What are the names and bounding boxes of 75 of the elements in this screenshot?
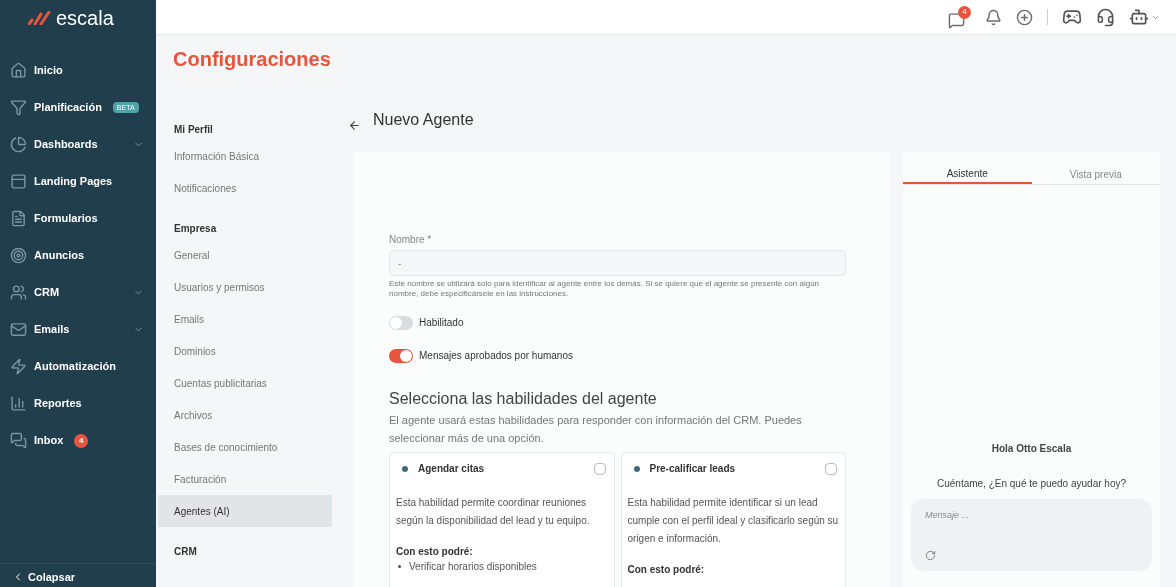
toggle-switch[interactable] <box>389 348 413 363</box>
help-text: Este nombre se utilizará solo para identificar al agente entre los demás. Si se quiere que el agente se presente con algún nombre, debe especificársele en las instrucciones. <box>389 279 821 299</box>
settings-nav-item[interactable]: Cuentas publicitarias <box>158 367 332 399</box>
settings-nav-item[interactable]: Usuarios y permisos <box>158 271 332 303</box>
skill-title: Agendar citas <box>418 462 485 476</box>
lightning-icon <box>10 358 27 375</box>
sidebar-item[interactable]: Inicio <box>0 52 156 89</box>
skill-description: Esta habilidad permite identificar si un lead cumple con el perfil ideal y clasificarlo según su origen e información. <box>627 496 839 546</box>
checkbox[interactable] <box>825 462 837 475</box>
sidebar-item[interactable]: Emails <box>0 311 156 348</box>
sidebar-item[interactable]: CRM <box>0 274 156 311</box>
settings-nav-item[interactable]: Facturación <box>158 463 332 495</box>
message-input[interactable]: Mensaje ... <box>925 509 1138 523</box>
page-heading: Nuevo Agente <box>373 110 474 130</box>
filter-icon <box>10 99 27 116</box>
field-label: Nombre * <box>389 233 433 247</box>
list-title: Con esto podré: <box>396 545 474 559</box>
skill-icon <box>402 465 408 472</box>
collapse-button[interactable]: Colapsar <box>12 568 76 585</box>
section-title: CRM <box>173 545 198 559</box>
sidebar-item[interactable]: Reportes <box>0 385 156 422</box>
message-box[interactable]: Mensaje ... <box>911 499 1152 571</box>
section-title: Mi Perfil <box>173 123 214 137</box>
count-badge: 4 <box>958 5 971 19</box>
list-item: Verificar horarios disponibles <box>409 560 537 574</box>
home-icon <box>10 62 27 79</box>
settings-nav-item[interactable]: Dominios <box>158 335 332 367</box>
form-icon <box>10 210 27 227</box>
messages-button[interactable]: 4 <box>948 5 971 29</box>
sidebar-item[interactable]: Inbox 4 <box>0 422 156 459</box>
sidebar-item[interactable]: Anuncios <box>0 237 156 274</box>
refresh-icon[interactable] <box>925 550 936 561</box>
skill-icon <box>633 465 640 472</box>
back-arrow-icon[interactable] <box>348 119 361 132</box>
prompt-text: Cuéntame, ¿En qué te puedo ayudar hoy? <box>937 477 1126 491</box>
list-title: Con esto podré: <box>627 563 706 577</box>
section-heading: Selecciona las habilidades del agente <box>389 389 658 409</box>
toggle-switch[interactable] <box>389 315 413 330</box>
headset-icon[interactable] <box>1096 7 1115 27</box>
target-icon <box>10 247 27 264</box>
tab[interactable]: Asistente <box>903 164 1032 184</box>
add-icon[interactable] <box>1016 8 1033 26</box>
settings-nav-item[interactable]: Información Básica <box>158 140 332 172</box>
section-title: Empresa <box>173 222 218 236</box>
logo-icon <box>28 10 52 25</box>
count-badge: 4 <box>74 433 89 448</box>
settings-nav-item[interactable]: Archivos <box>158 399 332 431</box>
section-description: El agente usará estas habilidades para responder con información del CRM. Puedes seleccionar más de una opción. <box>389 413 803 446</box>
tab[interactable]: Vista previa <box>1031 164 1160 184</box>
users-icon <box>10 284 27 301</box>
chat-bubbles-icon <box>10 432 27 449</box>
page-icon <box>10 173 27 190</box>
sidebar-item[interactable]: Automatización <box>0 348 156 385</box>
skill-title: Pre-calificar leads <box>649 462 736 476</box>
bell-icon[interactable] <box>985 8 1002 26</box>
bullet-icon <box>398 565 401 568</box>
settings-nav-item[interactable]: General <box>158 239 332 271</box>
sidebar-item[interactable]: Formularios <box>0 200 156 237</box>
sidebar-item[interactable]: Dashboards <box>0 126 156 163</box>
checkbox[interactable] <box>593 462 606 475</box>
sidebar-item[interactable]: Landing Pages <box>0 163 156 200</box>
settings-nav-item[interactable]: Agentes (AI) <box>158 495 332 527</box>
pie-chart-icon <box>10 136 27 153</box>
settings-nav-item[interactable]: Emails <box>158 303 332 335</box>
settings-nav-item[interactable]: Bases de conocimiento <box>158 431 332 463</box>
greeting: Hola Otto Escala <box>991 442 1072 456</box>
skill-description: Esta habilidad permite coordinar reuniones según la disponibilidad del lead y tu equipo. <box>396 496 591 528</box>
chat-icon <box>948 11 965 29</box>
bar-chart-icon <box>10 395 27 412</box>
mail-icon <box>10 321 27 338</box>
page-title: Configuraciones <box>173 47 331 72</box>
toggle-label: Habilitado <box>419 316 464 330</box>
brand-name: escala <box>56 5 114 31</box>
toggle-label: Mensajes aprobados por humanos <box>419 349 573 363</box>
settings-nav-item[interactable]: Notificaciones <box>158 172 332 204</box>
